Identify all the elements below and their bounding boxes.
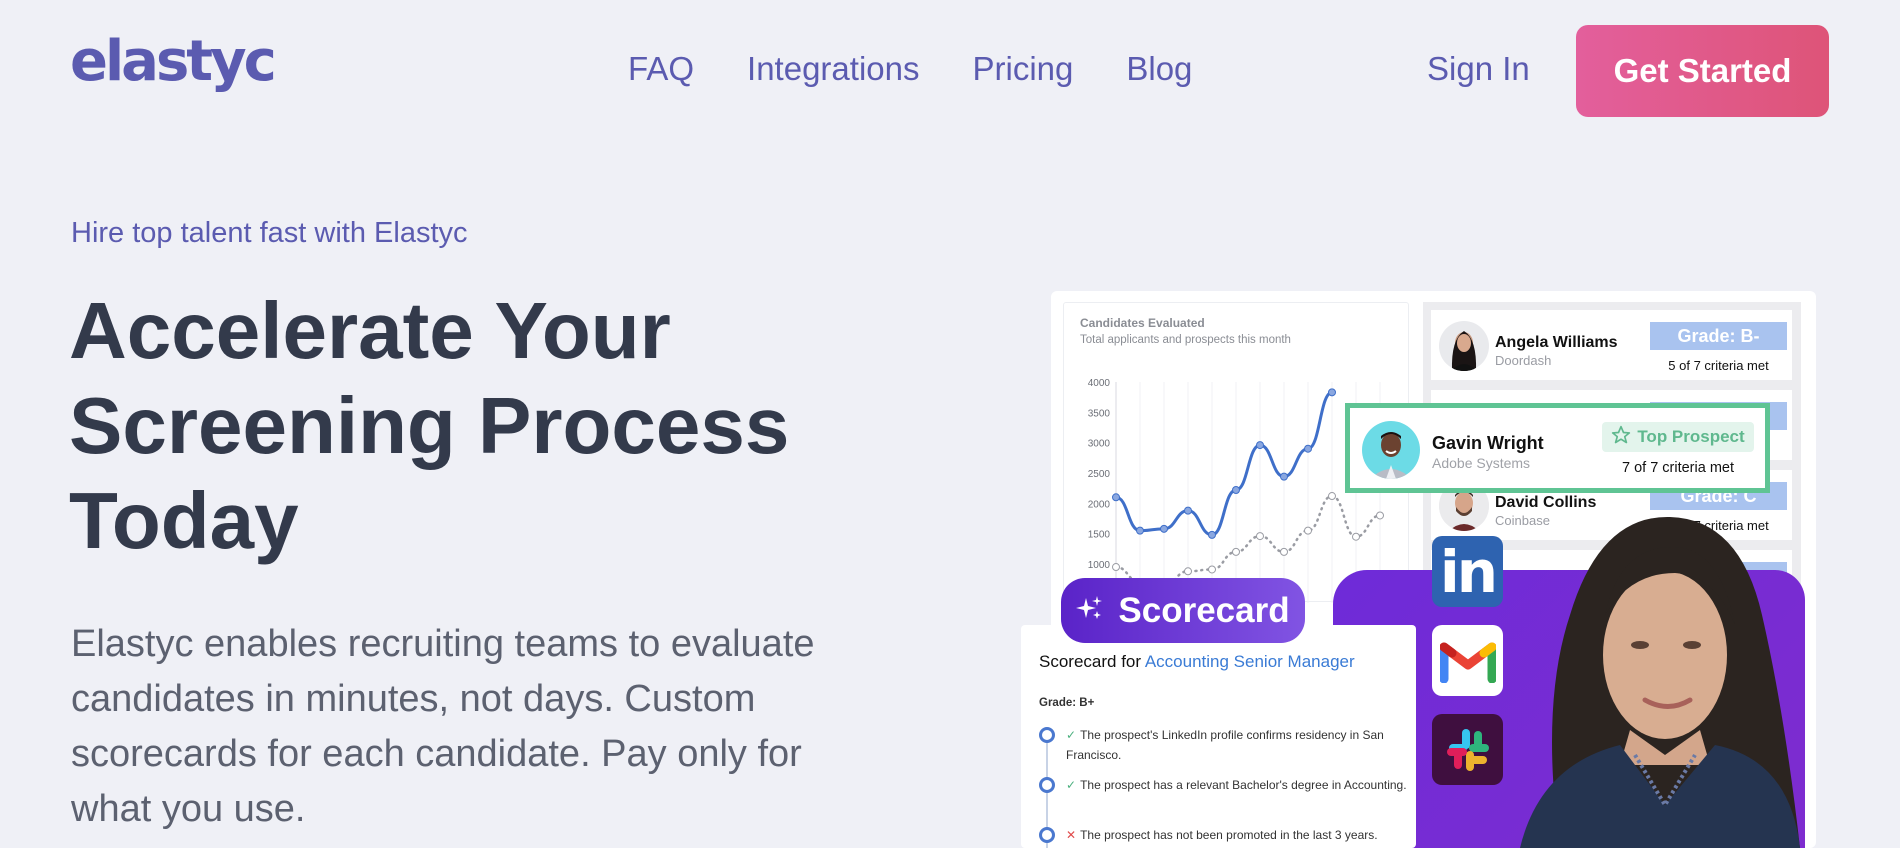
data-point [1256, 532, 1264, 541]
y-tick-label: 3000 [1088, 439, 1111, 450]
hero-eyebrow: Hire top talent fast with Elastyc [71, 217, 468, 249]
y-tick-label: 1500 [1088, 530, 1111, 541]
sparkle-icon [1076, 591, 1104, 631]
candidate-company: Doordash [1495, 353, 1552, 368]
hero-headline: Accelerate Your Screening Process Today [69, 283, 849, 568]
y-tick-label: 1000 [1088, 560, 1111, 571]
data-point [1232, 547, 1240, 556]
data-point [1280, 547, 1288, 556]
nav-blog[interactable]: Blog [1126, 52, 1192, 85]
nav-pricing[interactable]: Pricing [972, 52, 1073, 85]
scorecard-role-link[interactable]: Accounting Senior Manager [1145, 652, 1355, 671]
check-icon: ✓ [1066, 778, 1077, 792]
badge-label: Top Prospect [1637, 427, 1745, 446]
data-point [1352, 532, 1360, 541]
y-tick-label: 4000 [1088, 378, 1111, 389]
criterion-text: The prospect's LinkedIn profile confirms… [1066, 728, 1384, 762]
get-started-button[interactable]: Get Started [1576, 25, 1829, 117]
slack-icon [1432, 714, 1503, 785]
chart-subtitle: Total applicants and prospects this mont… [1080, 334, 1291, 346]
hero-person-photo [1500, 505, 1815, 848]
data-point [1232, 485, 1240, 494]
timeline-dot [1039, 727, 1055, 743]
criterion-text: The prospect has a relevant Bachelor's d… [1080, 778, 1407, 792]
top-prospect-card[interactable]: Gavin Wright Adobe Systems Top Prospect … [1345, 403, 1770, 493]
data-point [1184, 567, 1192, 576]
x-icon: ✕ [1066, 828, 1077, 842]
data-point [1208, 530, 1216, 539]
criterion-item: ✓ The prospect's LinkedIn profile confirm… [1039, 725, 1409, 765]
gmail-icon [1432, 625, 1503, 696]
logo[interactable]: elastyc [70, 34, 277, 90]
check-icon: ✓ [1066, 728, 1077, 742]
criteria-count: 7 of 7 criteria met [1621, 460, 1734, 476]
scorecard-title-prefix: Scorecard for [1039, 652, 1142, 671]
scorecard-pill-label: Scorecard [1118, 590, 1290, 630]
avatar [1439, 321, 1489, 371]
data-point [1184, 506, 1192, 515]
headline-line: Today [69, 476, 299, 565]
scorecard-grade: Grade: B+ [1039, 697, 1095, 709]
top-prospect-badge: Top Prospect [1602, 422, 1754, 452]
chart-title: Candidates Evaluated [1080, 316, 1205, 330]
hero-description: Elastyc enables recruiting teams to eval… [71, 623, 815, 830]
scorecard-panel: Scorecard for Accounting Senior Manager … [1021, 625, 1416, 848]
criterion-item: ✓ The prospect has a relevant Bachelor's … [1039, 775, 1409, 795]
timeline-dot [1039, 777, 1055, 793]
candidate-card[interactable]: Angela Williams Doordash Grade: B- 5 of … [1431, 310, 1792, 380]
headline-line: Accelerate Your [69, 286, 671, 375]
prospect-company: Adobe Systems [1432, 455, 1531, 471]
criterion-item: ✕ The prospect has not been promoted in t… [1039, 825, 1409, 845]
criteria-count: 5 of 7 criteria met [1668, 358, 1769, 373]
data-point [1328, 388, 1336, 397]
data-point [1208, 565, 1216, 574]
data-point [1112, 493, 1120, 502]
star-icon [1611, 425, 1631, 450]
nav-integrations[interactable]: Integrations [747, 52, 919, 85]
y-tick-label: 3500 [1088, 408, 1111, 419]
scorecard-pill: Scorecard [1061, 578, 1305, 643]
linkedin-icon: in [1432, 536, 1503, 607]
data-point [1112, 563, 1120, 572]
main-nav: FAQ Integrations Pricing Blog [628, 52, 1192, 85]
candidate-name: Angela Williams [1495, 334, 1618, 351]
sign-in-link[interactable]: Sign In [1427, 52, 1530, 85]
series-line-applicants [1115, 390, 1333, 537]
data-point [1256, 441, 1264, 450]
avatar [1362, 421, 1420, 479]
nav-faq[interactable]: FAQ [628, 52, 694, 85]
timeline-dot [1039, 827, 1055, 843]
data-point [1136, 526, 1144, 535]
data-point [1376, 511, 1384, 520]
scorecard-title: Scorecard for Accounting Senior Manager [1039, 652, 1355, 672]
prospect-name: Gavin Wright [1432, 433, 1544, 453]
series-line-prospects [1114, 494, 1382, 587]
data-point [1160, 524, 1168, 533]
data-point [1304, 526, 1312, 535]
data-point [1280, 472, 1288, 481]
criterion-text: The prospect has not been promoted in th… [1080, 828, 1378, 842]
data-point [1328, 492, 1336, 501]
data-point [1304, 444, 1312, 453]
grade-badge: Grade: B- [1650, 322, 1787, 350]
y-tick-label: 2500 [1088, 469, 1111, 480]
y-tick-label: 2000 [1088, 499, 1111, 510]
headline-line: Screening Process [69, 381, 790, 470]
